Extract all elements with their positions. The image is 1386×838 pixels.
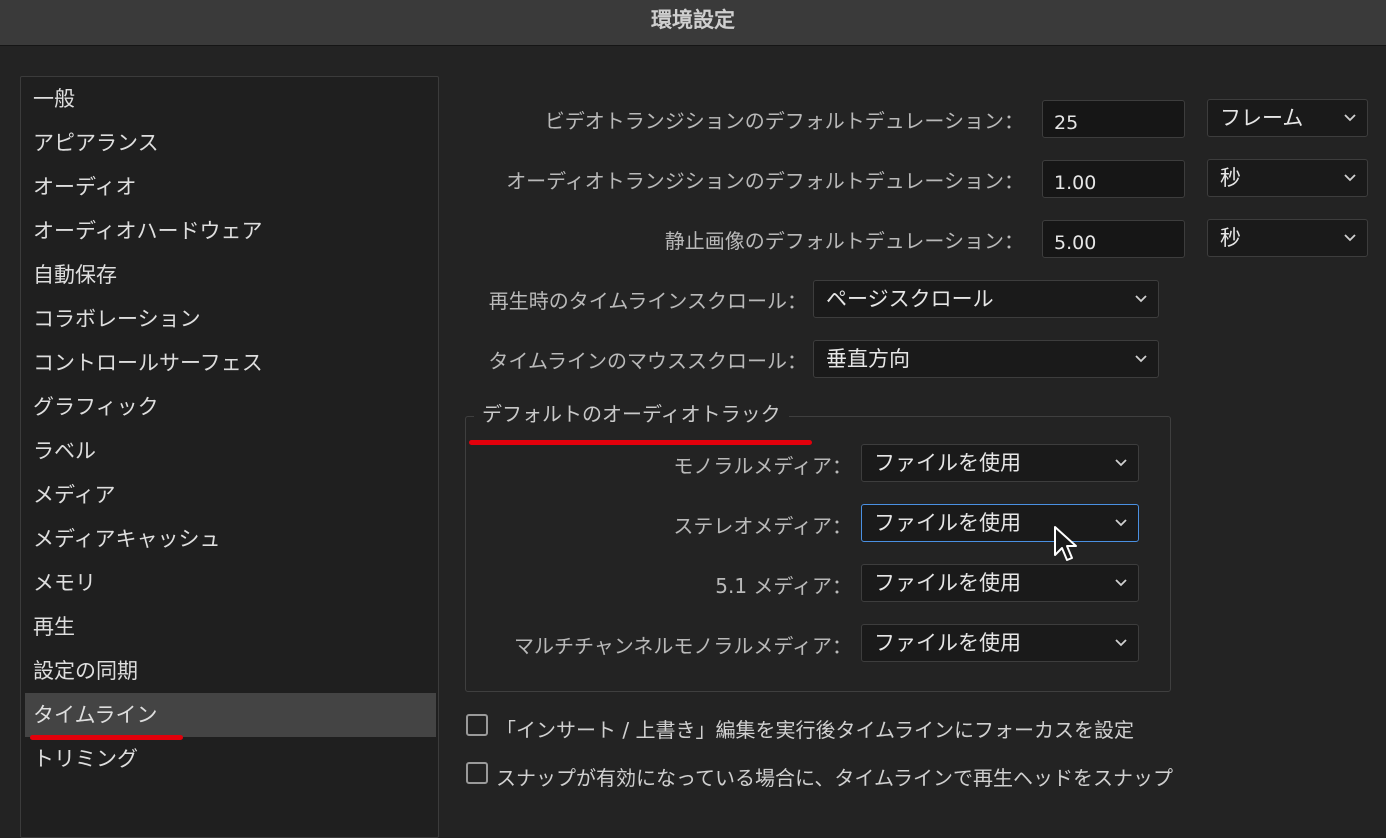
- video-transition-duration-input[interactable]: 25: [1042, 100, 1185, 138]
- annotation-underline-timeline: [30, 735, 183, 740]
- audio-transition-duration-input[interactable]: 1.00: [1042, 160, 1185, 198]
- audio-transition-unit-dropdown[interactable]: 秒: [1207, 159, 1368, 197]
- annotation-underline-audio-tracks: [469, 440, 812, 445]
- audio-transition-unit-value: 秒: [1220, 166, 1241, 190]
- snap-playhead-checkbox[interactable]: [466, 762, 488, 784]
- multichannel-mono-media-value: ファイルを使用: [874, 631, 1021, 655]
- still-image-unit-dropdown[interactable]: 秒: [1207, 219, 1368, 257]
- still-image-duration-input[interactable]: 5.00: [1042, 220, 1185, 258]
- sidebar-item-sync-settings[interactable]: 設定の同期: [25, 649, 436, 693]
- chevron-down-icon: [1344, 234, 1356, 242]
- focus-timeline-after-edit-label: 「インサート / 上書き」編集を実行後タイムラインにフォーカスを設定: [496, 718, 1135, 742]
- surround-media-label: 5.1 メディア：: [715, 574, 852, 598]
- video-transition-unit-dropdown[interactable]: フレーム: [1207, 99, 1368, 137]
- chevron-down-icon: [1115, 459, 1127, 467]
- default-audio-tracks-title: デフォルトのオーディオトラック: [474, 398, 789, 427]
- sidebar-item-playback[interactable]: 再生: [25, 605, 436, 649]
- chevron-down-icon: [1344, 174, 1356, 182]
- sidebar-item-audio[interactable]: オーディオ: [25, 165, 436, 209]
- stereo-media-value: ファイルを使用: [874, 511, 1021, 535]
- mono-media-label: モノラルメディア：: [673, 454, 852, 478]
- video-transition-unit-value: フレーム: [1220, 106, 1304, 130]
- still-image-unit-value: 秒: [1220, 226, 1241, 250]
- chevron-down-icon: [1115, 519, 1127, 527]
- sidebar-item-memory[interactable]: メモリ: [25, 561, 436, 605]
- sidebar-item-graphics[interactable]: グラフィック: [25, 385, 436, 429]
- mono-media-dropdown[interactable]: ファイルを使用: [861, 444, 1139, 482]
- title-bar: 環境設定: [0, 0, 1386, 46]
- sidebar-item-media[interactable]: メディア: [25, 473, 436, 517]
- sidebar-item-auto-save[interactable]: 自動保存: [25, 253, 436, 297]
- sidebar-item-audio-hardware[interactable]: オーディオハードウェア: [25, 209, 436, 253]
- sidebar-item-media-cache[interactable]: メディアキャッシュ: [25, 517, 436, 561]
- stereo-media-label: ステレオメディア：: [673, 514, 852, 538]
- video-transition-label: ビデオトランジションのデフォルトデュレーション：: [544, 109, 1024, 133]
- preferences-category-list[interactable]: 一般 アピアランス オーディオ オーディオハードウェア 自動保存 コラボレーショ…: [20, 76, 439, 838]
- sidebar-item-timeline[interactable]: タイムライン: [25, 693, 436, 737]
- surround-media-dropdown[interactable]: ファイルを使用: [861, 564, 1139, 602]
- chevron-down-icon: [1344, 114, 1356, 122]
- snap-playhead-label: スナップが有効になっている場合に、タイムラインで再生ヘッドをスナップ: [496, 766, 1173, 790]
- mouse-scroll-value: 垂直方向: [826, 347, 910, 371]
- multichannel-mono-media-dropdown[interactable]: ファイルを使用: [861, 624, 1139, 662]
- mouse-scroll-dropdown[interactable]: 垂直方向: [813, 340, 1159, 378]
- still-image-label: 静止画像のデフォルトデュレーション：: [664, 229, 1024, 253]
- chevron-down-icon: [1115, 639, 1127, 647]
- sidebar-item-control-surface[interactable]: コントロールサーフェス: [25, 341, 436, 385]
- sidebar-item-labels[interactable]: ラベル: [25, 429, 436, 473]
- playback-scroll-dropdown[interactable]: ページスクロール: [813, 280, 1159, 318]
- sidebar-item-appearance[interactable]: アピアランス: [25, 121, 436, 165]
- mouse-scroll-label: タイムラインのマウススクロール：: [488, 349, 807, 373]
- window-title: 環境設定: [651, 8, 735, 32]
- sidebar-item-collaboration[interactable]: コラボレーション: [25, 297, 436, 341]
- mono-media-value: ファイルを使用: [874, 451, 1021, 475]
- chevron-down-icon: [1135, 295, 1147, 303]
- stereo-media-dropdown[interactable]: ファイルを使用: [861, 504, 1139, 542]
- multichannel-mono-media-label: マルチチャンネルモノラルメディア：: [514, 634, 852, 658]
- focus-timeline-after-edit-checkbox[interactable]: [466, 714, 488, 736]
- mouse-pointer-icon: [1054, 526, 1077, 561]
- audio-transition-label: オーディオトランジションのデフォルトデュレーション：: [506, 169, 1024, 193]
- playback-scroll-label: 再生時のタイムラインスクロール：: [488, 289, 807, 313]
- playback-scroll-value: ページスクロール: [826, 287, 994, 311]
- chevron-down-icon: [1135, 355, 1147, 363]
- sidebar-item-trimming[interactable]: トリミング: [25, 737, 436, 781]
- sidebar-item-general[interactable]: 一般: [25, 77, 436, 121]
- surround-media-value: ファイルを使用: [874, 571, 1021, 595]
- chevron-down-icon: [1115, 579, 1127, 587]
